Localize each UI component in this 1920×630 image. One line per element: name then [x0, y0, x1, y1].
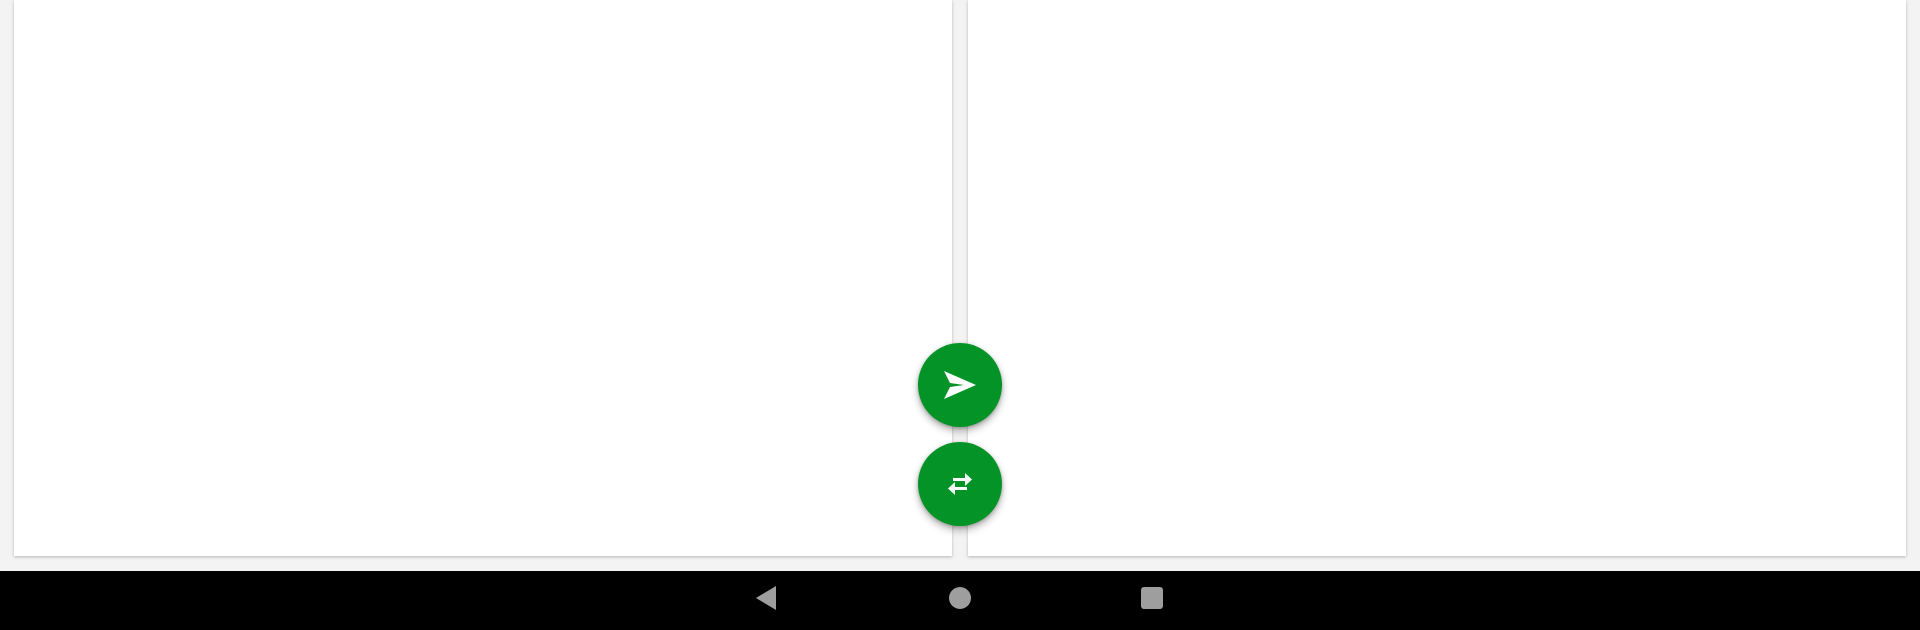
system-navigation-bar	[0, 571, 1920, 630]
send-icon	[942, 370, 978, 400]
home-circle-icon	[948, 586, 972, 615]
target-text-panel[interactable]	[968, 0, 1906, 556]
app-content	[0, 0, 1920, 571]
back-button[interactable]	[736, 571, 796, 630]
recents-button[interactable]	[1122, 571, 1182, 630]
swap-arrows-icon	[945, 471, 975, 497]
recents-square-icon	[1140, 586, 1164, 615]
send-button[interactable]	[918, 343, 1002, 427]
source-text-panel[interactable]	[14, 0, 952, 556]
home-button[interactable]	[930, 571, 990, 630]
back-triangle-icon	[754, 585, 778, 616]
swap-languages-button[interactable]	[918, 442, 1002, 526]
